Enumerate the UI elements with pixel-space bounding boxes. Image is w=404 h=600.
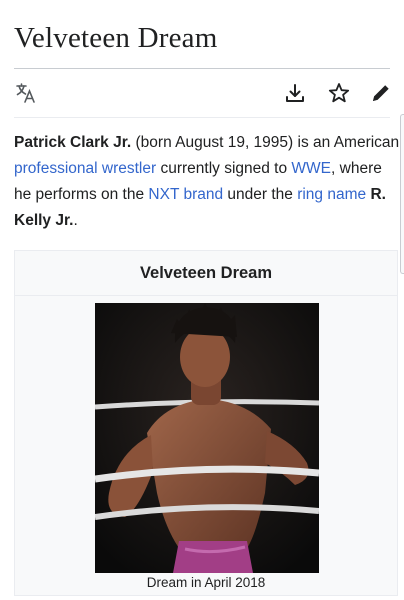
toolbar-divider	[14, 117, 390, 118]
ring-name-link[interactable]: ring name	[297, 186, 366, 203]
nxt-brand-link[interactable]: NXT brand	[148, 186, 223, 203]
wrestler-photo	[95, 303, 319, 573]
star-icon	[328, 83, 350, 103]
page-actions-toolbar	[0, 78, 404, 110]
lead-paragraph: Patrick Clark Jr. (born August 19, 1995)…	[14, 130, 400, 234]
title-divider	[14, 68, 390, 69]
lead-text: under the	[223, 186, 298, 203]
watch-button[interactable]	[324, 78, 354, 108]
infobox-image-caption: Dream in April 2018	[146, 575, 266, 590]
translate-icon	[16, 83, 35, 103]
professional-wrestler-link[interactable]: professional wrestler	[14, 160, 156, 177]
edit-button[interactable]	[366, 78, 396, 108]
page-title: Velveteen Dream	[14, 22, 218, 54]
infobox-title: Velveteen Dream	[15, 251, 397, 296]
wwe-link[interactable]: WWE	[291, 160, 331, 177]
pencil-icon	[373, 85, 389, 101]
lead-text: currently signed to	[156, 160, 292, 177]
infobox-photo[interactable]	[95, 303, 319, 573]
download-button[interactable]	[280, 78, 310, 108]
lead-text: (born August 19, 1995) is an American	[131, 134, 400, 151]
lead-text: .	[73, 212, 78, 229]
scroll-edge	[400, 114, 404, 274]
language-button[interactable]	[11, 78, 41, 108]
download-icon	[286, 84, 304, 102]
infobox: Velveteen Dream Dream in April 2018	[14, 250, 398, 596]
subject-name: Patrick Clark Jr.	[14, 134, 132, 151]
